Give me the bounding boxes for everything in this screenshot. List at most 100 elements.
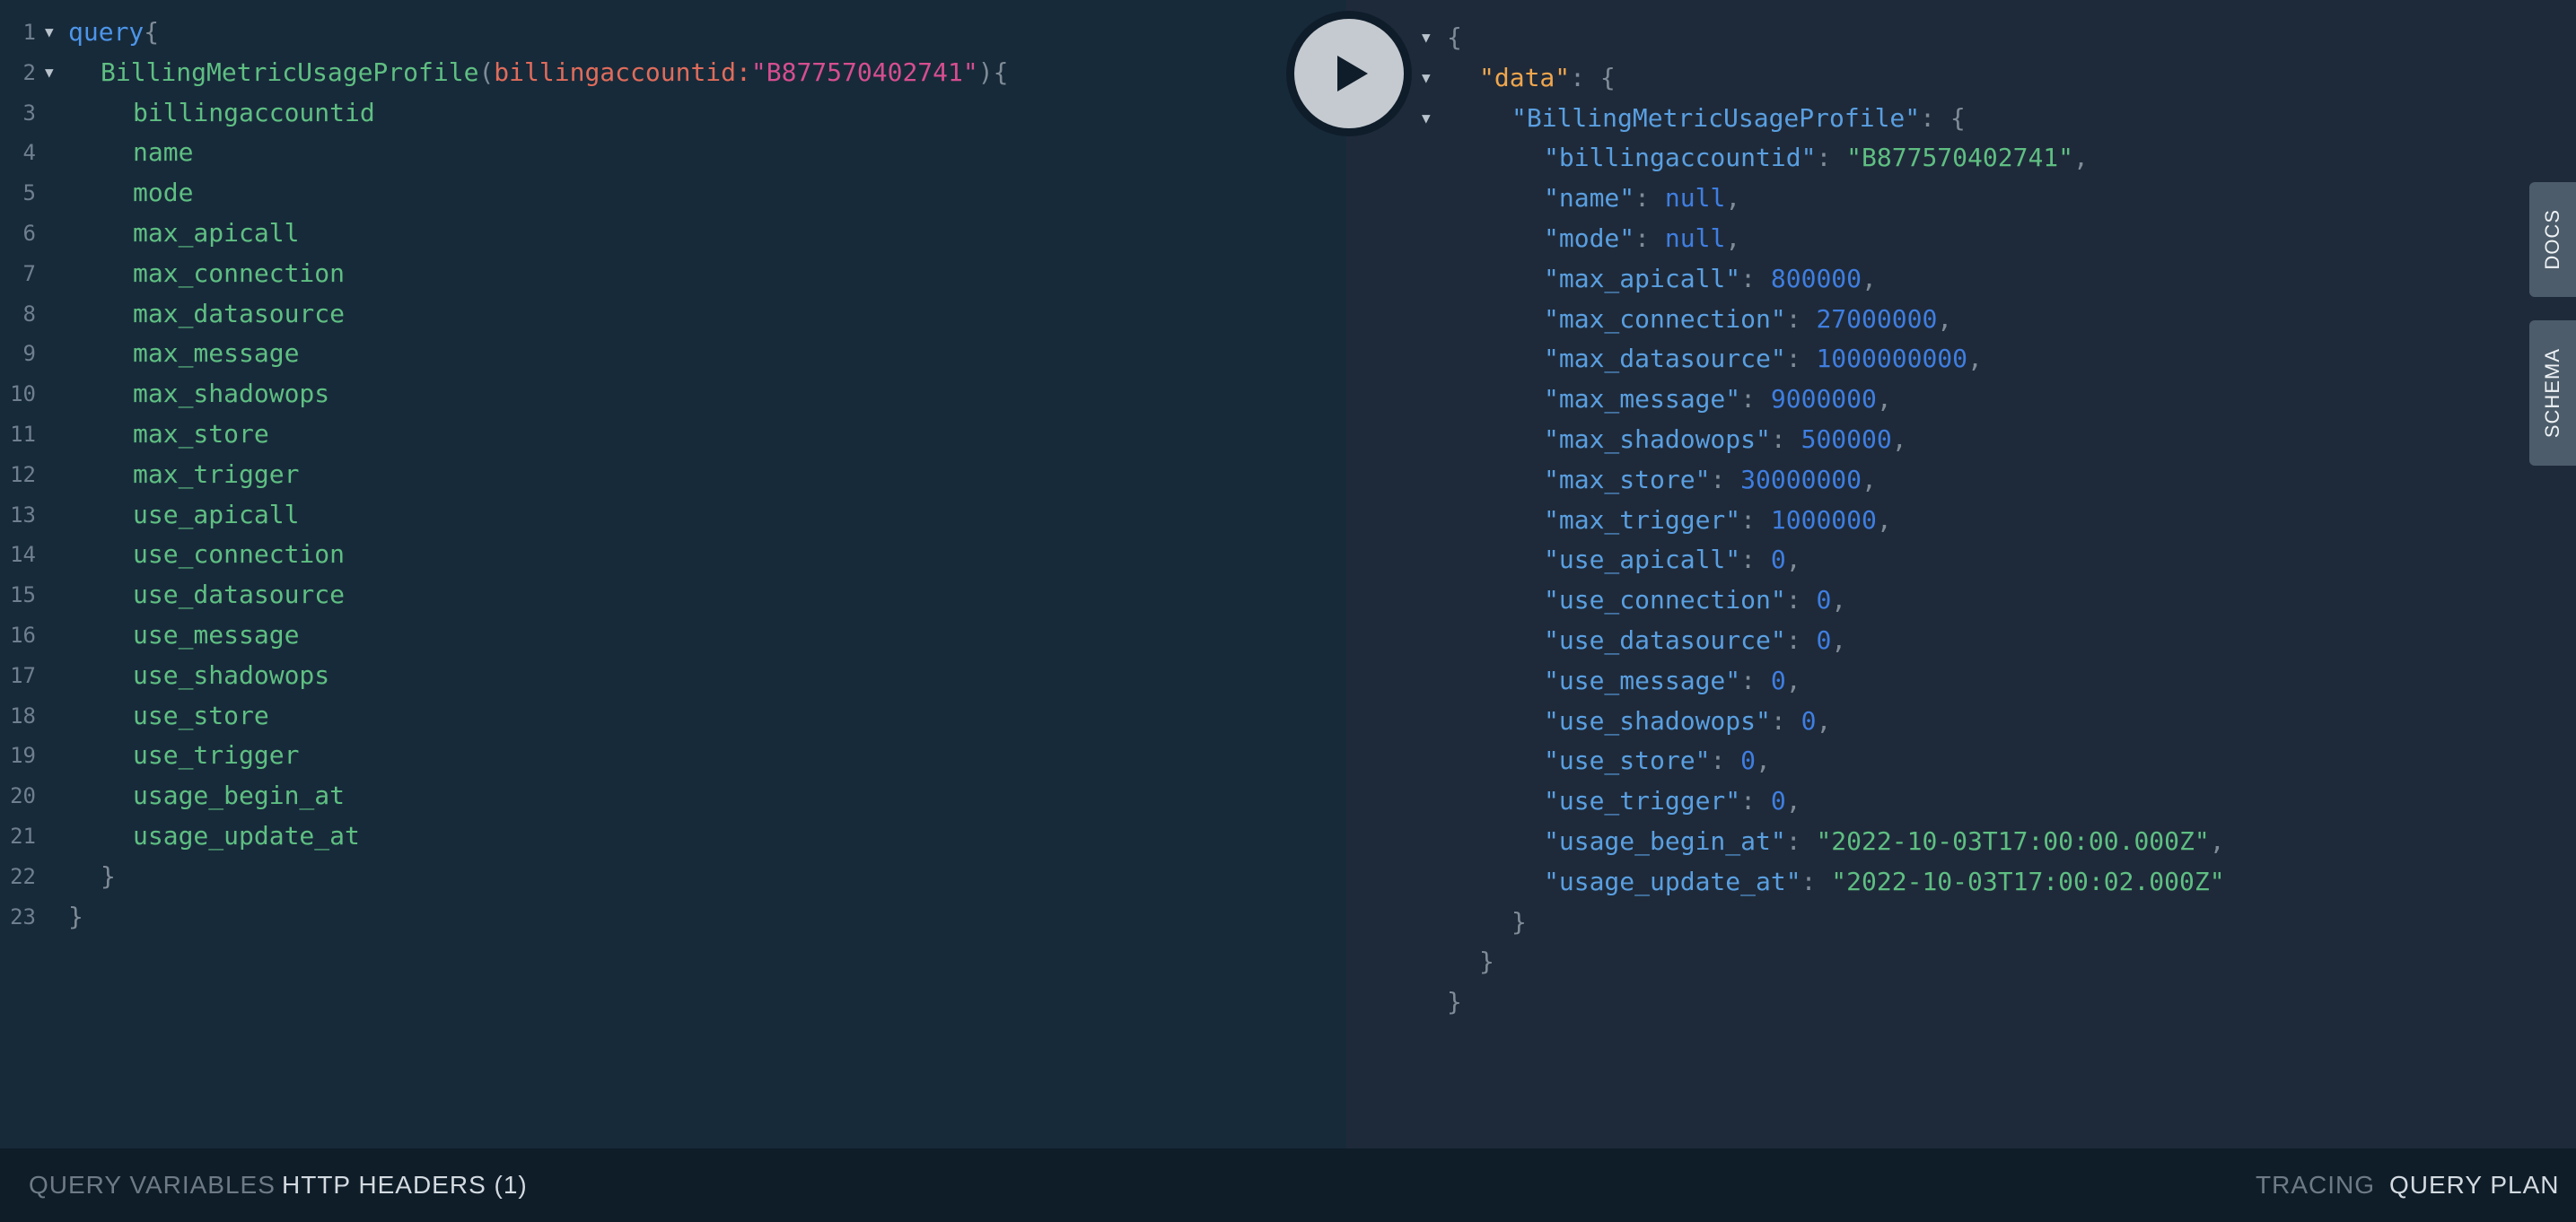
result-content: "max_apicall": 800000, xyxy=(1544,259,1877,299)
query-field: mode xyxy=(133,178,194,208)
line-number: 13 xyxy=(10,502,36,528)
code-content: max_message xyxy=(133,334,299,373)
run-query-button[interactable] xyxy=(1286,11,1412,136)
result-value: "B877570402741" xyxy=(1846,143,2074,173)
tab-schema[interactable]: SCHEMA xyxy=(2529,320,2576,466)
result-colon: : xyxy=(1785,303,1817,334)
result-value: 0 xyxy=(1816,625,1832,655)
result-colon: : xyxy=(1740,384,1771,415)
close-brace: } xyxy=(1479,947,1494,977)
data-key: "data" xyxy=(1479,62,1571,92)
query-field: use_apicall xyxy=(133,499,300,529)
code-content: max_shadowops xyxy=(133,374,329,414)
line-number: 8 xyxy=(22,301,36,327)
result-value: 0 xyxy=(1801,705,1817,736)
result-value: 0 xyxy=(1770,665,1786,695)
open-brace: { xyxy=(144,17,160,47)
profile-separator: : { xyxy=(1920,102,1966,133)
result-comma: , xyxy=(1876,504,1892,535)
fold-arrow-icon[interactable]: ▼ xyxy=(1422,18,1431,57)
result-line: } xyxy=(1346,942,2576,982)
result-comma: , xyxy=(1785,786,1801,816)
tracing-tab[interactable]: TRACING xyxy=(2256,1148,2375,1222)
fold-arrow-icon[interactable]: ▼ xyxy=(1422,58,1431,98)
line-number: 17 xyxy=(10,662,36,688)
code-line: 10 max_shadowops xyxy=(0,374,1346,414)
result-key: "use_datasource" xyxy=(1544,625,1786,655)
line-number: 7 xyxy=(22,260,36,286)
result-key: "max_connection" xyxy=(1544,303,1786,334)
code-content: max_trigger xyxy=(133,455,299,494)
result-content: "use_datasource": 0, xyxy=(1544,621,1846,660)
fold-arrow-icon[interactable]: ▼ xyxy=(45,13,54,52)
result-key: "max_message" xyxy=(1544,384,1741,415)
http-headers-tab[interactable]: HTTP HEADERS (1) xyxy=(282,1148,528,1222)
query-variables-tab[interactable]: QUERY VARIABLES xyxy=(29,1148,276,1222)
result-comma: , xyxy=(1756,746,1771,776)
result-comma: , xyxy=(1816,705,1832,736)
query-field: billingaccountid xyxy=(133,97,375,127)
query-editor[interactable]: 1 ▼ query{2 ▼ BillingMetricUsageProfile(bill… xyxy=(0,0,1346,1148)
line-number: 16 xyxy=(10,623,36,648)
result-colon: : xyxy=(1801,866,1832,896)
code-content: use_trigger xyxy=(133,736,299,775)
tab-docs[interactable]: DOCS xyxy=(2529,182,2576,297)
result-key: "max_store" xyxy=(1544,464,1711,494)
result-key: "use_message" xyxy=(1544,665,1741,695)
result-viewer: ▼{▼ "data": {▼ "BillingMetricUsageProfile"… xyxy=(1346,0,2576,1148)
result-key: "max_trigger" xyxy=(1544,504,1741,535)
code-line: 23} xyxy=(0,897,1346,937)
code-line: 16 use_message xyxy=(0,615,1346,655)
close-brace: } xyxy=(68,901,83,931)
code-line: 14 use_connection xyxy=(0,535,1346,574)
result-key: "max_apicall" xyxy=(1544,263,1741,293)
query-field: name xyxy=(133,137,194,168)
result-line: ▼{ xyxy=(1346,18,2576,57)
argument-value: "B877570402741" xyxy=(750,57,978,87)
result-content: } xyxy=(1447,982,1462,1022)
line-number: 21 xyxy=(10,824,36,849)
close-brace: } xyxy=(101,860,116,891)
result-value: 1000000 xyxy=(1770,504,1877,535)
query-plan-tab[interactable]: QUERY PLAN xyxy=(2389,1148,2559,1222)
result-content: "billingaccountid": "B877570402741", xyxy=(1544,138,2089,178)
result-comma: , xyxy=(2209,826,2225,856)
line-number: 23 xyxy=(10,903,36,930)
code-content: use_connection xyxy=(133,535,345,574)
code-line: 20 usage_begin_at xyxy=(0,776,1346,816)
result-content: "usage_begin_at": "2022-10-03T17:00:00.0… xyxy=(1544,822,2225,861)
query-field: use_datasource xyxy=(133,580,346,610)
query-field: use_trigger xyxy=(133,740,300,771)
result-content: } xyxy=(1479,942,1494,982)
result-key: "use_shadowops" xyxy=(1544,705,1771,736)
code-line: 15 use_datasource xyxy=(0,575,1346,615)
result-line: "max_trigger": 1000000, xyxy=(1346,501,2576,540)
code-content: use_store xyxy=(133,696,269,736)
code-content: use_datasource xyxy=(133,575,345,615)
result-key: "usage_update_at" xyxy=(1544,866,1801,896)
result-key: "billingaccountid" xyxy=(1544,143,1817,173)
result-content: "use_connection": 0, xyxy=(1544,580,1846,620)
result-colon: : xyxy=(1710,464,1741,494)
play-icon xyxy=(1337,56,1368,92)
close-brace: } xyxy=(1447,987,1462,1017)
result-comma: , xyxy=(1785,545,1801,575)
result-colon: : xyxy=(1740,504,1771,535)
code-content: max_apicall xyxy=(133,214,299,253)
code-content: query{ xyxy=(68,13,159,52)
query-field: max_message xyxy=(133,338,300,369)
result-line: "name": null, xyxy=(1346,179,2576,218)
result-content: "BillingMetricUsageProfile": { xyxy=(1511,99,1966,138)
code-content: use_message xyxy=(133,615,299,655)
query-field: use_shadowops xyxy=(133,659,330,690)
result-colon: : xyxy=(1740,545,1771,575)
operation-name: BillingMetricUsageProfile xyxy=(101,57,479,87)
fold-arrow-icon[interactable]: ▼ xyxy=(45,53,54,92)
result-line: "billingaccountid": "B877570402741", xyxy=(1346,138,2576,178)
query-field: max_store xyxy=(133,419,269,449)
result-value: 0 xyxy=(1816,585,1832,615)
result-line: "use_store": 0, xyxy=(1346,741,2576,781)
line-number: 9 xyxy=(22,341,36,367)
fold-arrow-icon[interactable]: ▼ xyxy=(1422,99,1431,138)
result-line: "max_apicall": 800000, xyxy=(1346,259,2576,299)
